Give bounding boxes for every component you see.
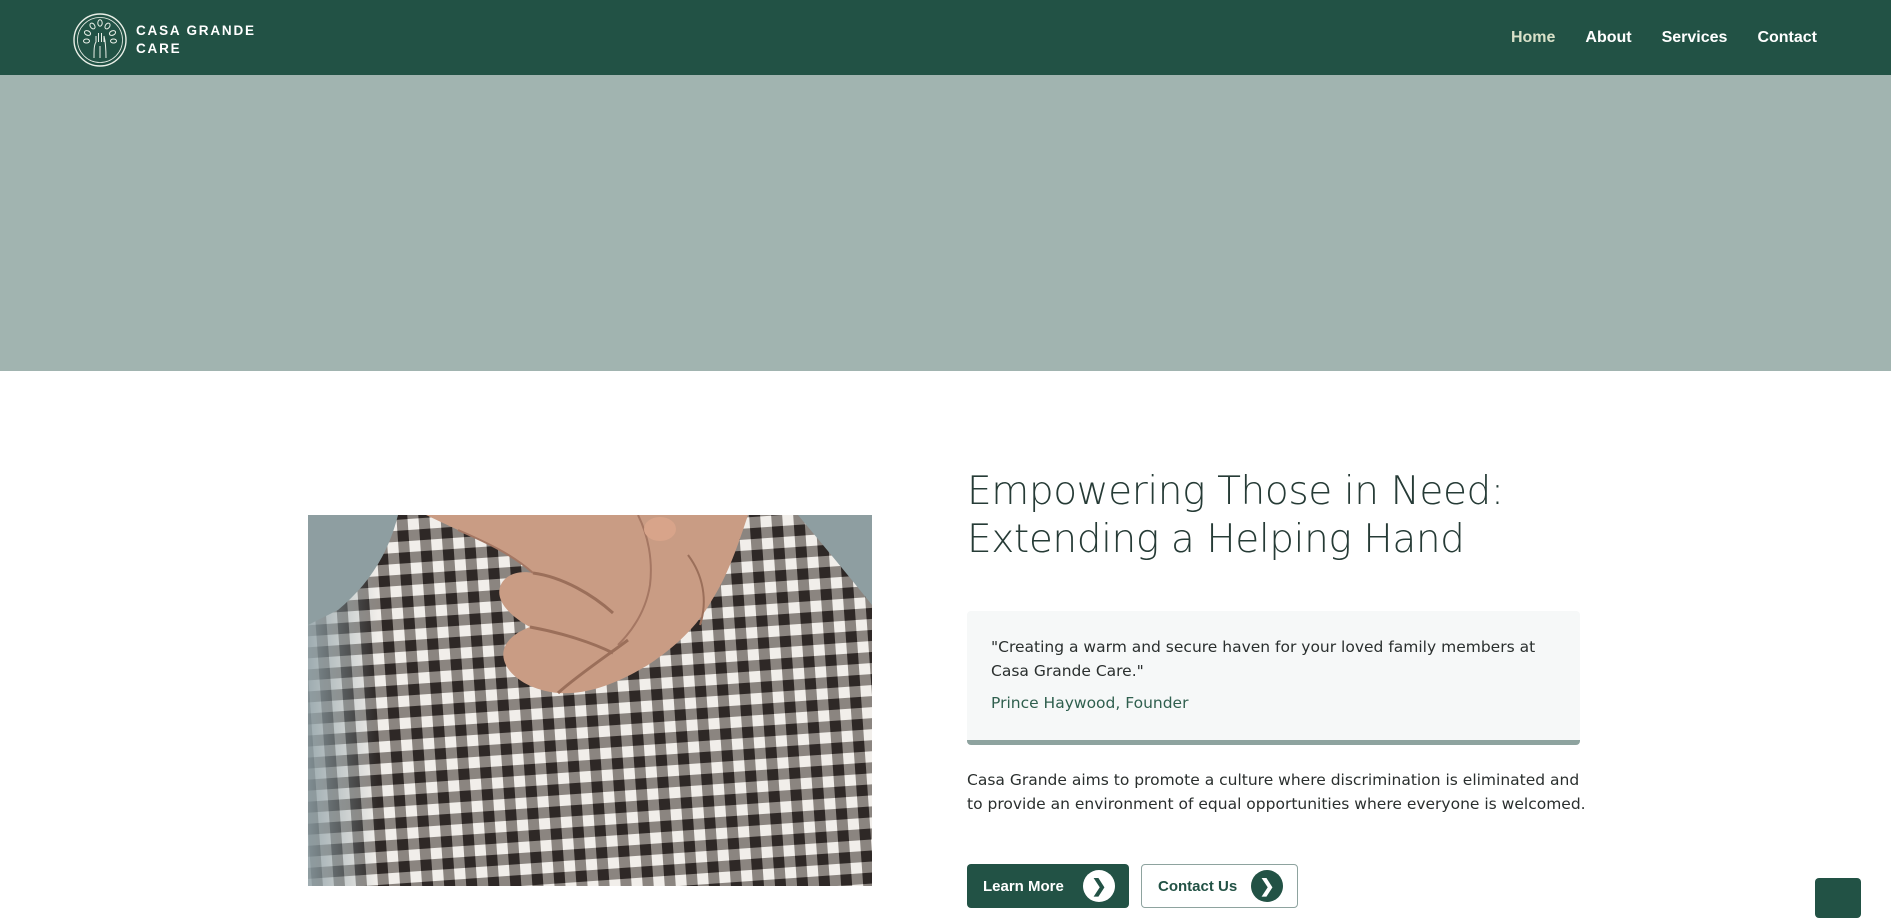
chevron-right-icon: ❯ [1083, 870, 1115, 902]
tree-hand-logo-icon [73, 13, 127, 67]
hero-banner [0, 75, 1891, 371]
brand-name-line2: Care [136, 41, 182, 56]
nav-item-about[interactable]: About [1585, 29, 1631, 47]
contact-us-label: Contact Us [1158, 877, 1238, 895]
about-headline-line2: Extending a Helping Hand [967, 517, 1465, 562]
navbar: Casa Grande Care Home About Services Con… [0, 0, 1891, 75]
nav-item-home[interactable]: Home [1511, 29, 1555, 47]
about-headline-line1: Empowering Those in Need: [967, 469, 1504, 514]
learn-more-button[interactable]: Learn More ❯ [967, 864, 1129, 908]
brand-name-line1: Casa Grande [136, 23, 256, 38]
learn-more-label: Learn More [983, 877, 1064, 895]
contact-us-button[interactable]: Contact Us ❯ [1141, 864, 1298, 908]
quote-author: Prince Haywood, Founder [991, 694, 1189, 712]
about-headline: Empowering Those in Need: Extending a He… [967, 468, 1587, 564]
main-nav: Home About Services Contact [1481, 0, 1817, 75]
founder-quote-card: "Creating a warm and secure haven for yo… [967, 611, 1580, 745]
brand-logo-link[interactable]: Casa Grande Care [72, 12, 256, 68]
nav-item-contact[interactable]: Contact [1757, 29, 1817, 47]
brand-name: Casa Grande Care [136, 22, 256, 58]
quote-text: "Creating a warm and secure haven for yo… [991, 638, 1536, 680]
gingham-apron-image [308, 515, 872, 886]
about-paragraph: Casa Grande aims to promote a culture wh… [967, 771, 1586, 813]
chevron-right-icon: ❯ [1251, 870, 1283, 902]
nav-item-services[interactable]: Services [1662, 29, 1728, 47]
back-to-top-button[interactable] [1815, 878, 1861, 918]
elderly-hands-photo [308, 515, 872, 886]
